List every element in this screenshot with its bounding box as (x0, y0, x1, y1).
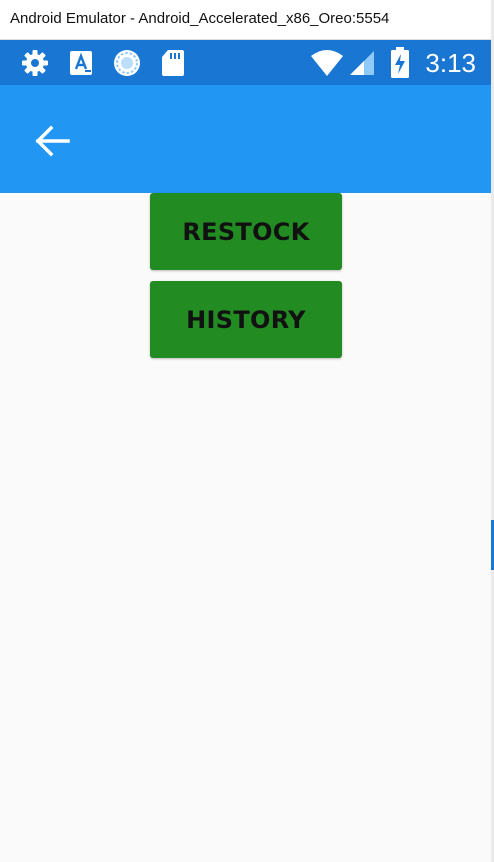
app-toolbar (0, 85, 494, 193)
history-button[interactable]: HISTORY (150, 281, 342, 358)
arrow-left-icon (24, 125, 80, 173)
status-bar: 3:13 (0, 40, 494, 85)
settings-icon (20, 48, 50, 82)
sync-icon (112, 48, 142, 82)
window-title: Android Emulator - Android_Accelerated_x… (10, 10, 390, 27)
main-content: RESTOCK HISTORY (0, 193, 494, 862)
a-notification-icon (68, 48, 94, 82)
sd-card-icon (160, 48, 186, 82)
window-titlebar: Android Emulator - Android_Accelerated_x… (0, 0, 494, 40)
back-button[interactable] (24, 113, 80, 169)
cellular-signal-icon (348, 49, 376, 81)
restock-button[interactable]: RESTOCK (150, 193, 342, 270)
status-time: 3:13 (425, 48, 476, 78)
wifi-icon (310, 49, 344, 81)
battery-charging-icon (390, 47, 410, 83)
